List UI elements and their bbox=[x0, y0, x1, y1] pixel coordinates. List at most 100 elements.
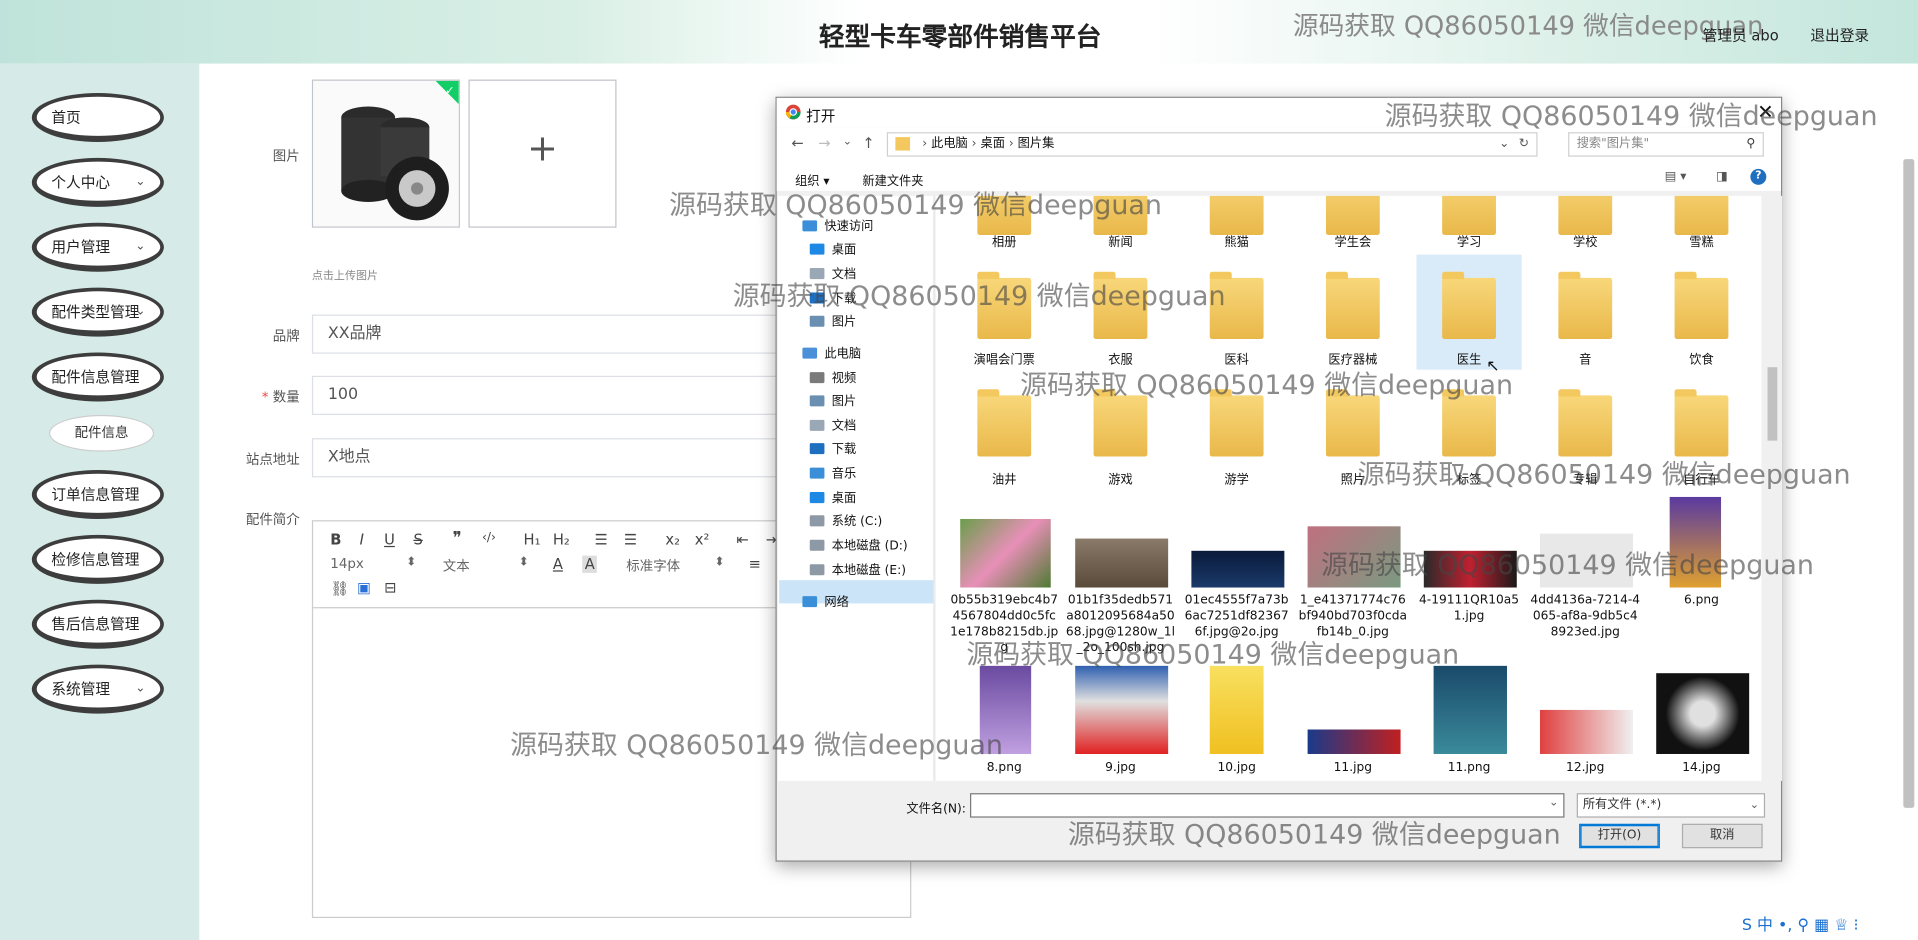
filetype-select[interactable]: 所有文件 (*.*) ⌄ bbox=[1576, 793, 1766, 818]
folder-item[interactable]: 游学 bbox=[1182, 472, 1292, 488]
nav-user-mgmt[interactable]: 用户管理 ⌄ bbox=[31, 222, 164, 272]
folder-item[interactable]: 标签 bbox=[1414, 472, 1524, 488]
folder-item[interactable]: 新闻 bbox=[1065, 235, 1175, 251]
nav-network[interactable]: 网络 bbox=[802, 591, 849, 610]
file-item[interactable]: 10.jpg bbox=[1182, 760, 1292, 776]
organize-menu[interactable]: 组织 ▾ bbox=[795, 170, 829, 188]
help-icon[interactable]: ? bbox=[1750, 168, 1767, 185]
breadcrumb-picture-set[interactable]: 图片集 bbox=[1018, 137, 1055, 150]
up-arrow-icon[interactable]: ↑ bbox=[862, 135, 874, 152]
nav-drive-e[interactable]: 本地磁盘 (E:) bbox=[809, 559, 906, 578]
file-item[interactable]: 14.jpg bbox=[1646, 760, 1756, 776]
indent-icon[interactable]: ⇤ bbox=[736, 531, 748, 548]
nav-videos[interactable]: 视频 bbox=[809, 367, 856, 386]
folder-item[interactable]: 雪糕 bbox=[1646, 235, 1756, 251]
underline-icon[interactable]: U bbox=[384, 531, 395, 548]
bold-icon[interactable]: B bbox=[330, 531, 341, 548]
breadcrumb-this-pc[interactable]: 此电脑 bbox=[931, 137, 968, 150]
italic-icon[interactable]: I bbox=[360, 531, 364, 548]
nav-home[interactable]: 首页 bbox=[31, 93, 164, 142]
file-item[interactable]: 4dd4136a-7214-4065-af8a-9db5c48923ed.jpg bbox=[1530, 592, 1640, 640]
file-item[interactable]: 12.jpg bbox=[1530, 760, 1640, 776]
nav-drive-d[interactable]: 本地磁盘 (D:) bbox=[809, 535, 908, 553]
forward-arrow-icon[interactable]: → bbox=[818, 135, 830, 152]
back-arrow-icon[interactable]: ← bbox=[791, 135, 803, 152]
paragraph-select[interactable]: 文本 bbox=[443, 556, 470, 576]
file-item[interactable]: 01ec4555f7a73b6ac7251df823676f.jpg@2o.jp… bbox=[1182, 592, 1292, 656]
filename-input[interactable]: ⌄ bbox=[969, 793, 1565, 818]
image-icon[interactable]: ▣ bbox=[357, 579, 371, 596]
nav-pictures[interactable]: 图片 bbox=[809, 390, 856, 409]
logout-link[interactable]: 退出登录 bbox=[1810, 24, 1869, 45]
search-input[interactable]: 搜索"图片集" ⚲ bbox=[1568, 132, 1764, 157]
nav-order-mgmt[interactable]: 订单信息管理 bbox=[31, 470, 164, 519]
quantity-input[interactable]: 100 bbox=[311, 375, 802, 415]
address-bar[interactable]: › 此电脑 › 桌面 › 图片集 ⌄ ↻ bbox=[886, 132, 1538, 157]
folder-item[interactable]: 相册 bbox=[949, 235, 1059, 251]
nav-documents-pinned[interactable]: 文档 bbox=[809, 263, 856, 282]
video-icon[interactable]: ⊟ bbox=[384, 579, 396, 596]
nav-sub-part-info[interactable]: 配件信息 bbox=[48, 414, 155, 452]
brand-input[interactable]: XX品牌 bbox=[311, 314, 802, 354]
file-item[interactable]: 4-19111QR10a51.jpg bbox=[1414, 592, 1524, 624]
close-icon[interactable]: ✕ bbox=[1757, 100, 1773, 123]
file-list-scrollbar[interactable] bbox=[1762, 195, 1783, 781]
nav-desktop[interactable]: 桌面 bbox=[809, 487, 856, 506]
folder-item[interactable]: 医生 bbox=[1414, 353, 1524, 369]
folder-item[interactable]: 医科 bbox=[1182, 353, 1292, 369]
file-item[interactable]: 9.jpg bbox=[1065, 760, 1175, 776]
chevron-down-icon[interactable]: ⌄ bbox=[1549, 797, 1558, 809]
folder-item[interactable]: 专辑 bbox=[1530, 472, 1640, 488]
breadcrumb-desktop[interactable]: 桌面 bbox=[980, 137, 1004, 150]
folder-item[interactable]: 音 bbox=[1530, 353, 1640, 369]
nav-downloads[interactable]: 下载 bbox=[809, 438, 856, 457]
site-input[interactable]: X地点 bbox=[311, 438, 802, 478]
folder-item[interactable]: 医疗器械 bbox=[1298, 353, 1408, 369]
nav-repair-mgmt[interactable]: 检修信息管理 bbox=[31, 534, 164, 584]
new-folder-button[interactable]: 新建文件夹 bbox=[862, 170, 923, 188]
bullet-list-icon[interactable]: ☰ bbox=[624, 531, 637, 548]
file-item[interactable]: 11.png bbox=[1414, 760, 1524, 776]
subscript-icon[interactable]: x₂ bbox=[665, 531, 680, 548]
h2-icon[interactable]: H₂ bbox=[553, 531, 570, 548]
nav-music[interactable]: 音乐 bbox=[809, 463, 856, 481]
align-icon[interactable]: ≡ bbox=[749, 556, 761, 573]
nav-downloads-pinned[interactable]: 下载 bbox=[809, 288, 856, 306]
page-scrollbar[interactable] bbox=[1903, 159, 1915, 808]
chevron-down-icon[interactable]: ⌄ bbox=[843, 136, 852, 148]
folder-item[interactable]: 学习 bbox=[1414, 235, 1524, 251]
open-button[interactable]: 打开(O) bbox=[1579, 823, 1660, 849]
file-item[interactable]: 6.png bbox=[1646, 592, 1756, 608]
superscript-icon[interactable]: x² bbox=[695, 531, 710, 548]
folder-item[interactable]: 学校 bbox=[1530, 235, 1640, 251]
refresh-icon[interactable]: ↻ bbox=[1519, 133, 1529, 155]
nav-desktop-pinned[interactable]: 桌面 bbox=[809, 239, 856, 257]
preview-pane-icon[interactable]: ◨ bbox=[1716, 170, 1728, 183]
file-item[interactable]: 11.jpg bbox=[1298, 760, 1408, 776]
upload-add-card[interactable]: + bbox=[468, 79, 617, 228]
folder-item[interactable]: 演唱会门票 bbox=[949, 353, 1059, 369]
folder-item[interactable]: 自行车 bbox=[1646, 472, 1756, 488]
folder-item[interactable]: 熊猫 bbox=[1182, 235, 1292, 251]
file-item[interactable]: 8.png bbox=[949, 760, 1059, 776]
file-item[interactable]: 1_e41371774c76bf940bd703f0cdafb14b_0.jpg bbox=[1298, 592, 1408, 656]
uploaded-image[interactable]: ✓ bbox=[311, 79, 460, 228]
nav-this-pc[interactable]: 此电脑 bbox=[802, 343, 861, 361]
font-family-select[interactable]: 标准字体 bbox=[626, 556, 680, 576]
folder-item[interactable]: 游戏 bbox=[1065, 472, 1175, 488]
nav-part-info-mgmt[interactable]: 配件信息管理 bbox=[31, 352, 164, 402]
folder-item[interactable]: 学生会 bbox=[1298, 235, 1408, 251]
font-size-select[interactable]: 14px bbox=[330, 556, 364, 572]
nav-personal-center[interactable]: 个人中心 ⌄ bbox=[31, 157, 164, 207]
folder-item[interactable]: 油井 bbox=[949, 472, 1059, 488]
file-item[interactable]: 01b1f35dedb571a8012095684a5068.jpg@1280w… bbox=[1065, 592, 1175, 656]
scrollbar-thumb[interactable] bbox=[1767, 367, 1778, 441]
cancel-button[interactable]: 取消 bbox=[1681, 823, 1763, 849]
nav-drive-c[interactable]: 系统 (C:) bbox=[809, 510, 882, 529]
folder-item[interactable]: 饮食 bbox=[1646, 353, 1756, 369]
folder-item[interactable]: 衣服 bbox=[1065, 353, 1175, 369]
bg-color-icon[interactable]: A bbox=[582, 555, 598, 573]
h1-icon[interactable]: H₁ bbox=[524, 531, 541, 548]
nav-quick-access[interactable]: 快速访问 bbox=[802, 215, 873, 234]
strike-icon[interactable]: S bbox=[413, 531, 422, 548]
